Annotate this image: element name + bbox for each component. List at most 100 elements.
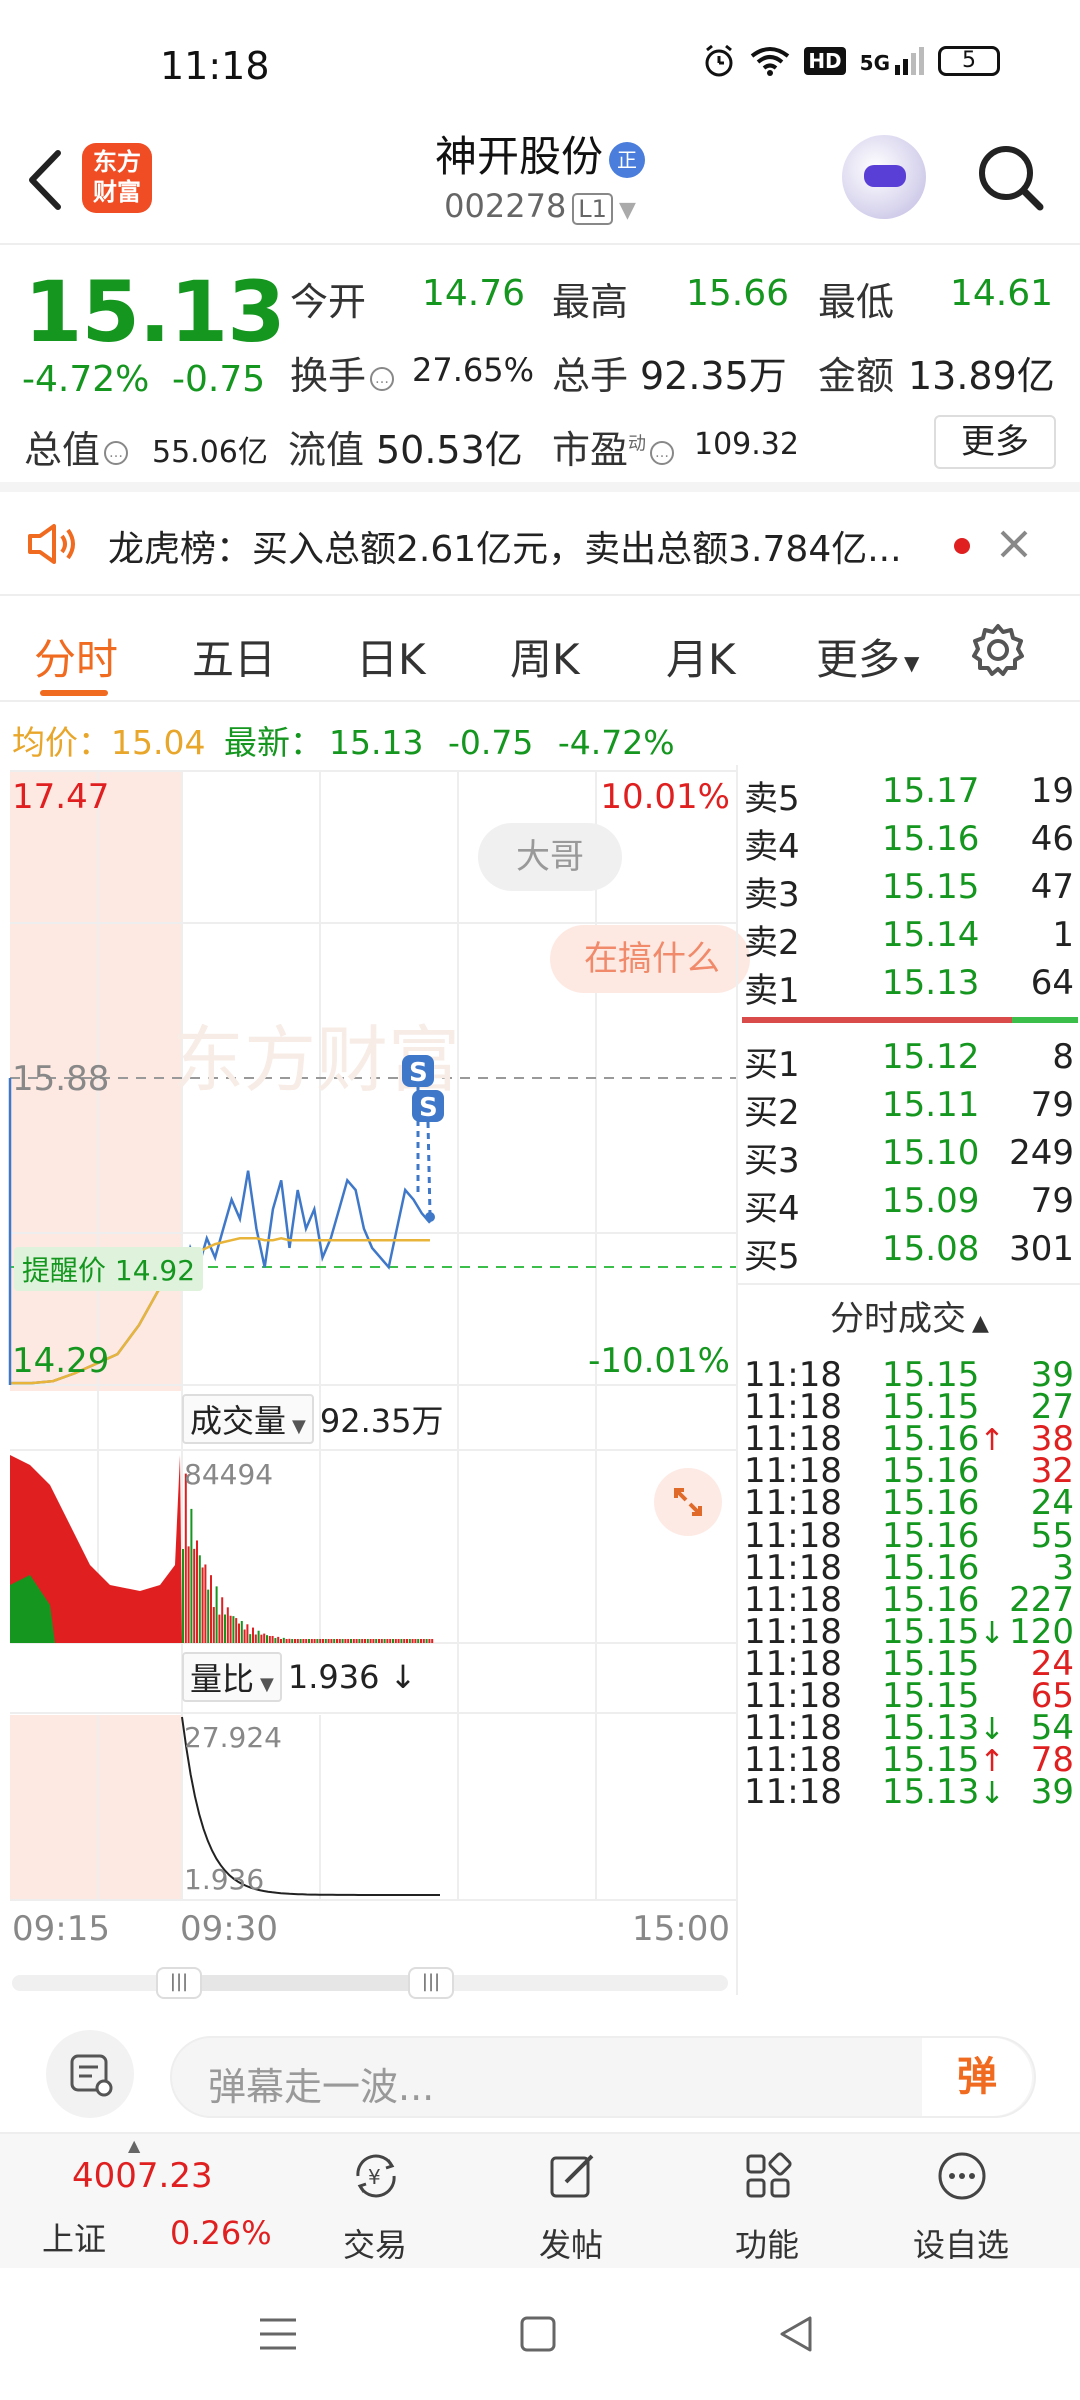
latest-label: 最新： [223,723,323,762]
volume-bar [305,1639,308,1643]
volume-bar [352,1639,355,1643]
current-price: 15.13 [24,263,286,361]
ask-row[interactable]: 卖5 15.17 19 [738,771,1080,819]
more-button[interactable]: 更多 [934,415,1056,469]
danmaku-bubble: 在搞什么 [550,925,750,993]
volume-bar [299,1639,302,1643]
close-icon[interactable] [998,528,1030,560]
time-axis-start: 09:15 [12,1909,110,1949]
bid-row[interactable]: 买1 15.12 8 [738,1037,1080,1085]
bid-row[interactable]: 买4 15.09 79 [738,1181,1080,1229]
notice-bar[interactable]: 龙虎榜：买入总额2.61亿元，卖出总额3.784亿... [0,492,1080,596]
open-value: 14.76 [422,273,526,314]
ratio-value: 1.936 ↓ [287,1658,417,1696]
tab-five-day[interactable]: 五日 [192,626,276,687]
volume-bar [417,1639,420,1643]
latest-value: 15.13 [328,723,424,762]
volume-bar [294,1639,296,1643]
ask-volume: 1 [1052,915,1074,955]
bid-price: 15.10 [882,1133,980,1173]
tab-more[interactable]: 更多 ▼ [816,626,919,687]
volume-bar [316,1639,319,1643]
stock-name: 神开股份 [434,132,603,181]
settings-gear-icon[interactable] [970,622,1026,678]
volume-selector[interactable]: 成交量 ▼ [182,1394,314,1444]
nav-post[interactable]: 发帖 [506,2134,636,2270]
volume-max: 84494 [184,1458,274,1491]
bid-row[interactable]: 买2 15.11 79 [738,1085,1080,1133]
ask-label: 卖1 [744,971,800,1011]
danmaku-bar: 弹幕走一波... 弹 [0,2020,1080,2130]
ask-row[interactable]: 卖4 15.16 46 [738,819,1080,867]
volume-bar [313,1639,316,1643]
svg-text:S: S [409,1058,428,1088]
avg-label: 均价： [12,723,111,762]
active-tab-indicator [40,690,108,696]
time-axis-open: 09:30 [180,1909,278,1949]
more-dots-icon [938,2152,986,2200]
turnover-value: 27.65% [412,351,535,389]
high-label: 最高 [552,280,629,324]
edit-post-icon [550,2154,594,2198]
volume-bar [280,1639,282,1643]
danmaku-input[interactable]: 弹幕走一波... 弹 [170,2036,1036,2118]
alert-price-label[interactable]: 提醒价 14.92 [14,1247,204,1291]
volume-indicator-header[interactable]: 成交量 ▼ 92.35万 [182,1394,443,1444]
volume-bar [414,1639,417,1643]
tab-weekly-k[interactable]: 周K [510,626,580,687]
stock-header: 东方 财富 神开股份正 002278 L1 ▼ [0,115,1080,245]
nav-trade[interactable]: ¥ 交易 [310,2134,440,2270]
volume-bar [229,1615,232,1643]
volume-bar [392,1639,394,1643]
time-axis-close: 15:00 [632,1909,730,1949]
intraday-chart[interactable]: 东方财富 S S 17.47 10.01% 15.88 14.29 -10.01… [0,765,750,1999]
latest-change-pct: -4.72% [557,723,675,762]
system-nav-bar [0,2268,1080,2400]
ratio-indicator-header[interactable]: 量比 ▼ 1.936 ↓ [182,1652,417,1702]
bid-volume: 249 [1009,1133,1074,1173]
volume-bar [204,1564,207,1643]
nav-functions[interactable]: 功能 [702,2134,832,2270]
trades-title[interactable]: 分时成交 ▲ [830,1291,989,1340]
ask-row[interactable]: 卖2 15.14 1 [738,915,1080,963]
menu-icon[interactable] [258,2314,298,2354]
hd-icon: HD [804,47,846,75]
volume-bar [212,1607,215,1643]
assistant-robot-icon[interactable] [842,135,926,219]
range-handle-right[interactable]: ||| [408,1967,454,1999]
bid-row[interactable]: 买3 15.10 249 [738,1133,1080,1181]
tab-daily-k[interactable]: 日K [356,626,426,687]
volume-bar [201,1567,204,1643]
home-square-icon[interactable] [518,2314,558,2354]
volume-bar [336,1639,338,1643]
volume-bar [361,1639,364,1643]
volume-bar [252,1627,254,1643]
sell-strength-bar [742,1017,1012,1023]
range-handle-left[interactable]: ||| [156,1967,202,1999]
volume-bar [196,1540,198,1643]
ask-row[interactable]: 卖1 15.13 64 [738,963,1080,1011]
volume-bar [324,1639,327,1643]
back-triangle-icon[interactable] [776,2314,816,2354]
danmaku-settings-icon[interactable] [46,2030,134,2118]
ratio-selector[interactable]: 量比 ▼ [182,1652,282,1702]
volume-bar [322,1639,324,1643]
ask-row[interactable]: 卖3 15.15 47 [738,867,1080,915]
trade-price: 15.13↓ [882,1772,1005,1813]
volume-bar [285,1639,288,1643]
search-icon[interactable] [976,143,1046,213]
ask-label: 卖4 [744,827,800,867]
tab-intraday[interactable]: 分时 [34,626,118,687]
ask-volume: 47 [1030,867,1074,907]
volume-bar [184,1473,187,1643]
y-axis-mid: 15.88 [12,1059,110,1099]
index-ticker[interactable]: ▲ 4007.23 上证 0.26% [20,2134,272,2270]
nav-add-watchlist[interactable]: 设自选 [896,2134,1026,2270]
tab-monthly-k[interactable]: 月K [666,626,736,687]
volume-bar [260,1634,263,1643]
expand-icon[interactable] [654,1468,722,1536]
danmaku-send-button[interactable]: 弹 [922,2038,1032,2116]
bid-row[interactable]: 买5 15.08 301 [738,1229,1080,1277]
volume-bar [428,1639,431,1643]
volume-bar [364,1639,366,1643]
